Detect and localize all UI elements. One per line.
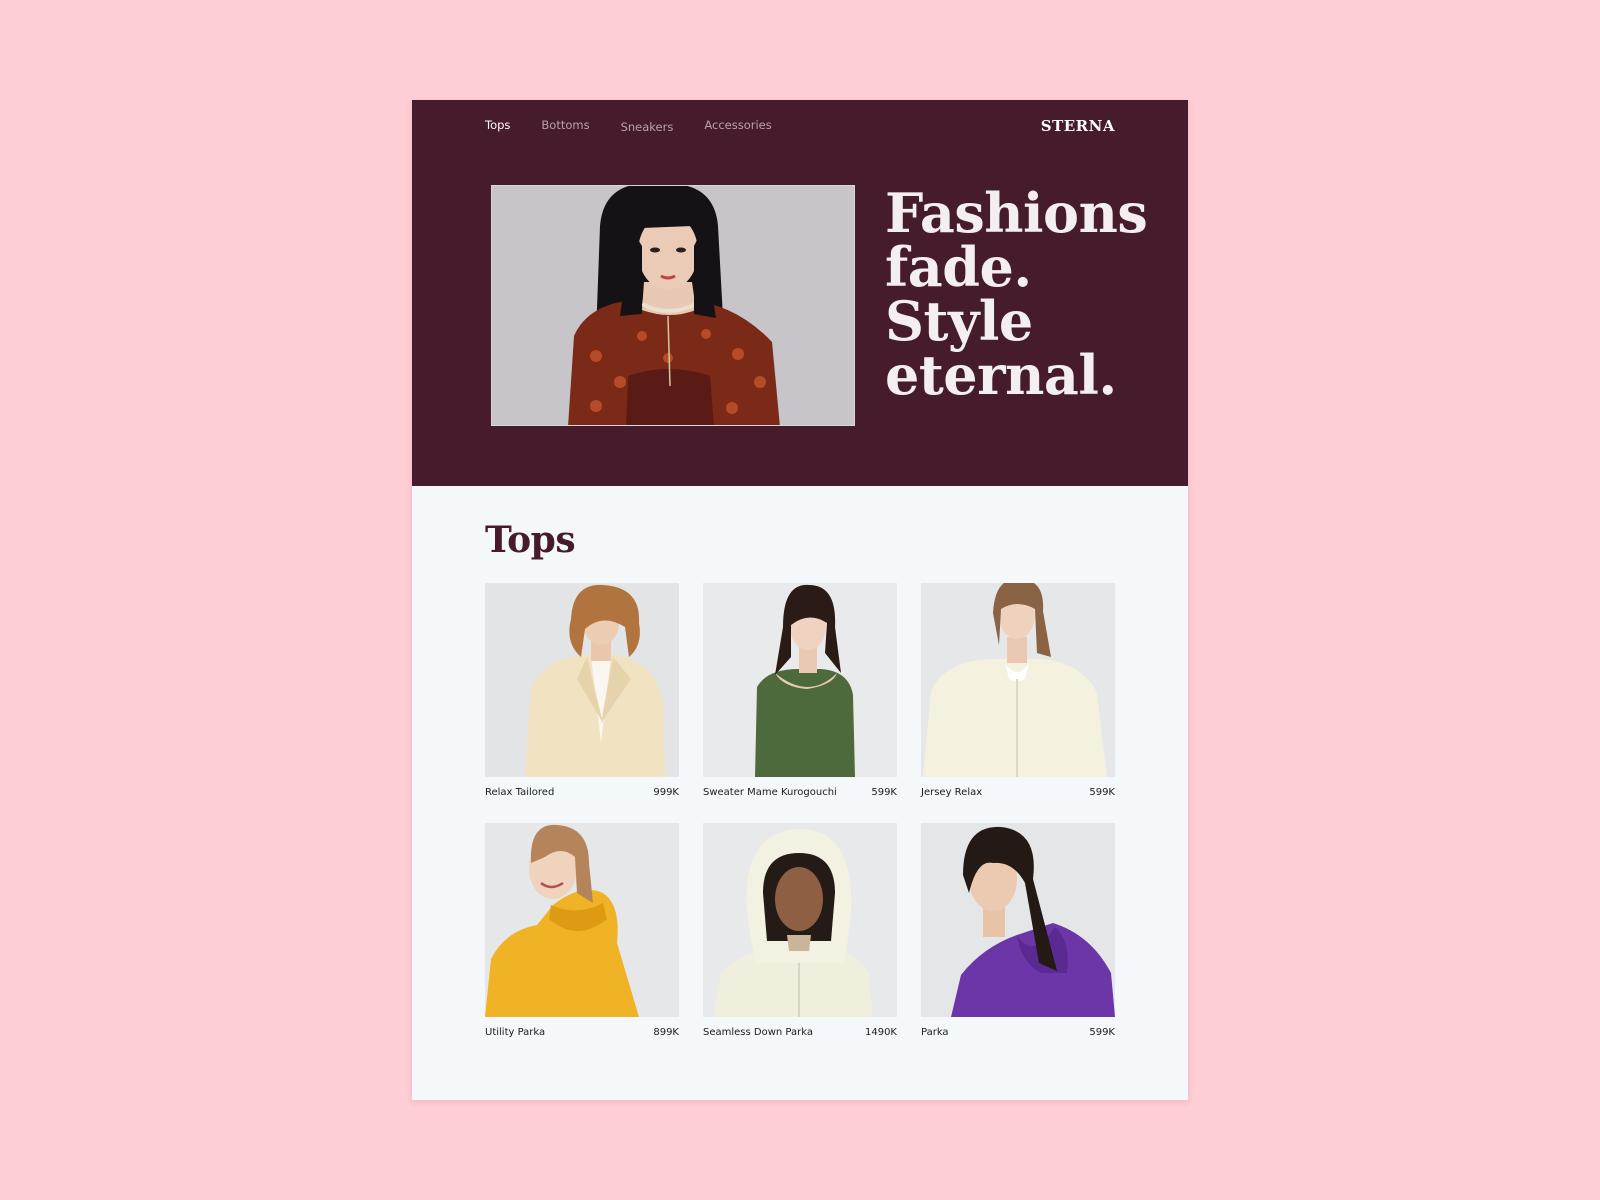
hero-headline: Fashions fade. Style eternal. (885, 186, 1165, 402)
product-name[interactable]: Utility Parka (485, 1027, 545, 1039)
product-image[interactable] (703, 583, 897, 777)
product-card[interactable]: Sweater Mame Kurogouchi 599K (703, 583, 897, 811)
product-meta: Jersey Relax 599K (921, 787, 1115, 799)
brand-logo[interactable]: STERNA (1041, 116, 1115, 136)
headline-line: fade. (885, 235, 1032, 299)
product-meta: Seamless Down Parka 1490K (703, 1027, 897, 1039)
hero-model-photo (491, 185, 855, 426)
product-price: 899K (653, 1027, 679, 1038)
headline-line: Fashions (885, 181, 1148, 245)
product-name[interactable]: Jersey Relax (921, 787, 982, 799)
product-price: 599K (1089, 1027, 1115, 1038)
product-meta: Parka 599K (921, 1027, 1115, 1039)
nav-item-bottoms[interactable]: Bottoms (541, 118, 589, 132)
nav-item-tops[interactable]: Tops (485, 118, 510, 132)
product-card[interactable]: Utility Parka 899K (485, 823, 679, 1051)
product-price: 999K (653, 787, 679, 798)
product-name[interactable]: Seamless Down Parka (703, 1027, 813, 1039)
product-meta: Sweater Mame Kurogouchi 599K (703, 787, 897, 799)
product-image[interactable] (485, 583, 679, 777)
product-name[interactable]: Relax Tailored (485, 787, 554, 799)
headline-line: eternal. (885, 343, 1117, 407)
category-nav: Tops Bottoms Sneakers Accessories (485, 118, 803, 134)
headline-line: Style (885, 289, 1033, 353)
product-image[interactable] (921, 583, 1115, 777)
product-name[interactable]: Sweater Mame Kurogouchi (703, 787, 837, 799)
product-price: 599K (871, 787, 897, 798)
product-image[interactable] (485, 823, 679, 1017)
storefront-card: Tops Bottoms Sneakers Accessories STERNA (412, 100, 1188, 1100)
hero-banner: Tops Bottoms Sneakers Accessories STERNA (412, 100, 1188, 486)
product-meta: Utility Parka 899K (485, 1027, 679, 1039)
product-image[interactable] (921, 823, 1115, 1017)
product-card[interactable]: Jersey Relax 599K (921, 583, 1115, 811)
nav-item-accessories[interactable]: Accessories (704, 118, 771, 132)
product-price: 599K (1089, 787, 1115, 798)
product-card[interactable]: Seamless Down Parka 1490K (703, 823, 897, 1051)
section-title: Tops (485, 519, 576, 561)
product-card[interactable]: Relax Tailored 999K (485, 583, 679, 811)
product-image[interactable] (703, 823, 897, 1017)
product-name[interactable]: Parka (921, 1027, 949, 1039)
product-meta: Relax Tailored 999K (485, 787, 679, 799)
product-card[interactable]: Parka 599K (921, 823, 1115, 1051)
nav-item-sneakers[interactable]: Sneakers (621, 120, 674, 134)
product-price: 1490K (864, 1027, 897, 1038)
